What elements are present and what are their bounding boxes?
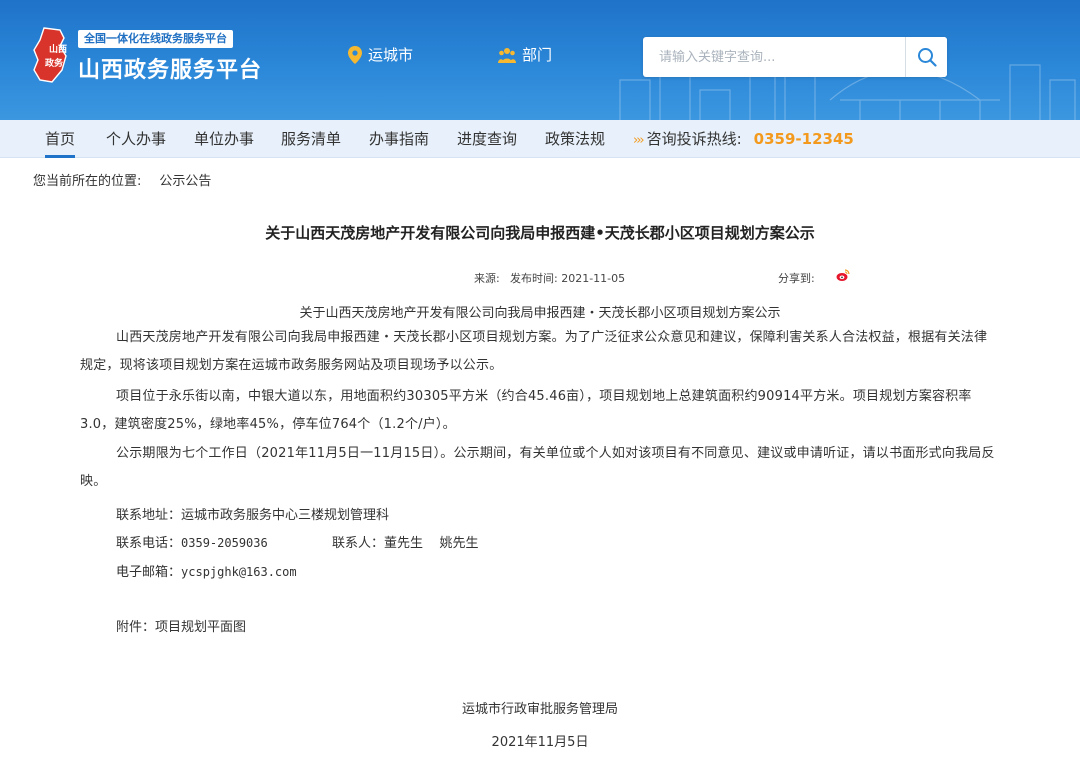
- nav-item-policy[interactable]: 政策法规: [545, 120, 605, 158]
- email-row: 电子邮箱：ycspjghk@163.com: [116, 561, 297, 580]
- article-title: 关于山西天茂房地产开发有限公司向我局申报西建•天茂长郡小区项目规划方案公示: [265, 224, 815, 242]
- share-label: 分享到:: [778, 272, 815, 285]
- issuing-authority: 运城市行政审批服务管理局: [461, 702, 618, 717]
- site-header: 山西 政务 全国一体化在线政务服务平台 山西政务服务平台 运城市 部门: [0, 0, 1080, 120]
- issue-date: 2021年11月5日: [491, 735, 589, 750]
- search-icon: [917, 48, 937, 67]
- nav-item-guide[interactable]: 办事指南: [369, 120, 429, 158]
- main-nav: 首页 个人办事 单位办事 服务清单 办事指南 进度查询 政策法规 ››› 咨询投诉…: [0, 120, 1080, 158]
- location-pin-icon: [348, 45, 362, 64]
- breadcrumb-current[interactable]: 公示公告: [159, 174, 211, 189]
- contact-phone[interactable]: 0359-2059036: [181, 536, 268, 550]
- nav-item-personal[interactable]: 个人办事: [106, 120, 166, 158]
- nav-item-progress[interactable]: 进度查询: [457, 120, 517, 158]
- article-paragraph-1: 山西天茂房地产开发有限公司向我局申报西建・天茂长郡小区项目规划方案。为了广泛征求…: [80, 330, 988, 373]
- article-source: 来源:: [474, 272, 500, 285]
- article-date: 发布时间: 2021-11-05: [510, 272, 626, 285]
- hotline: ››› 咨询投诉热线: 0359-12345: [633, 120, 854, 158]
- national-platform-tag: 全国一体化在线政务服务平台: [78, 30, 233, 48]
- contact-person: 联系人：董先生 姚先生: [332, 536, 479, 551]
- location-city-selector[interactable]: 运城市: [348, 44, 413, 65]
- breadcrumb-label: 您当前所在的位置:: [33, 174, 142, 189]
- contact-email[interactable]: ycspjghk@163.com: [181, 565, 297, 579]
- svg-text:山西: 山西: [49, 43, 67, 55]
- article-paragraph-2: 项目位于永乐街以南，中银大道以东，用地面积约30305平方米（约合45.46亩）…: [80, 389, 972, 432]
- contact-phone-label: 联系电话：: [116, 536, 182, 551]
- search-box: [643, 37, 947, 77]
- hotline-number[interactable]: 0359-12345: [754, 130, 854, 148]
- department-icon: [498, 47, 516, 63]
- breadcrumb: 您当前所在的位置: 公示公告: [33, 170, 211, 189]
- shanxi-logo-icon[interactable]: 山西 政务: [30, 26, 76, 84]
- hotline-arrows-icon: ›››: [633, 133, 645, 148]
- department-label: 部门: [522, 46, 553, 64]
- attachment-link[interactable]: 附件：项目规划平面图: [116, 616, 246, 635]
- location-city-label: 运城市: [368, 46, 414, 64]
- platform-name[interactable]: 山西政务服务平台: [78, 52, 262, 84]
- search-button[interactable]: [905, 37, 947, 77]
- email-label: 电子邮箱：: [116, 565, 182, 580]
- contact-address: 联系地址：运城市政务服务中心三楼规划管理科: [116, 508, 390, 523]
- nav-item-home[interactable]: 首页: [45, 120, 76, 158]
- hotline-label: 咨询投诉热线:: [646, 130, 742, 148]
- nav-item-corporate[interactable]: 单位办事: [194, 120, 254, 158]
- article-subtitle: 关于山西天茂房地产开发有限公司向我局申报西建・天茂长郡小区项目规划方案公示: [299, 306, 781, 321]
- svg-text:政务: 政务: [45, 57, 64, 69]
- nav-item-service-list[interactable]: 服务清单: [281, 120, 341, 158]
- contact-phone-row: 联系电话：0359-2059036: [116, 532, 268, 551]
- search-input[interactable]: [643, 37, 905, 77]
- article-paragraph-3: 公示期限为七个工作日（2021年11月5日一11月15日）。公示期间，有关单位或…: [80, 446, 995, 489]
- weibo-share-icon[interactable]: [836, 268, 850, 282]
- department-selector[interactable]: 部门: [498, 44, 552, 65]
